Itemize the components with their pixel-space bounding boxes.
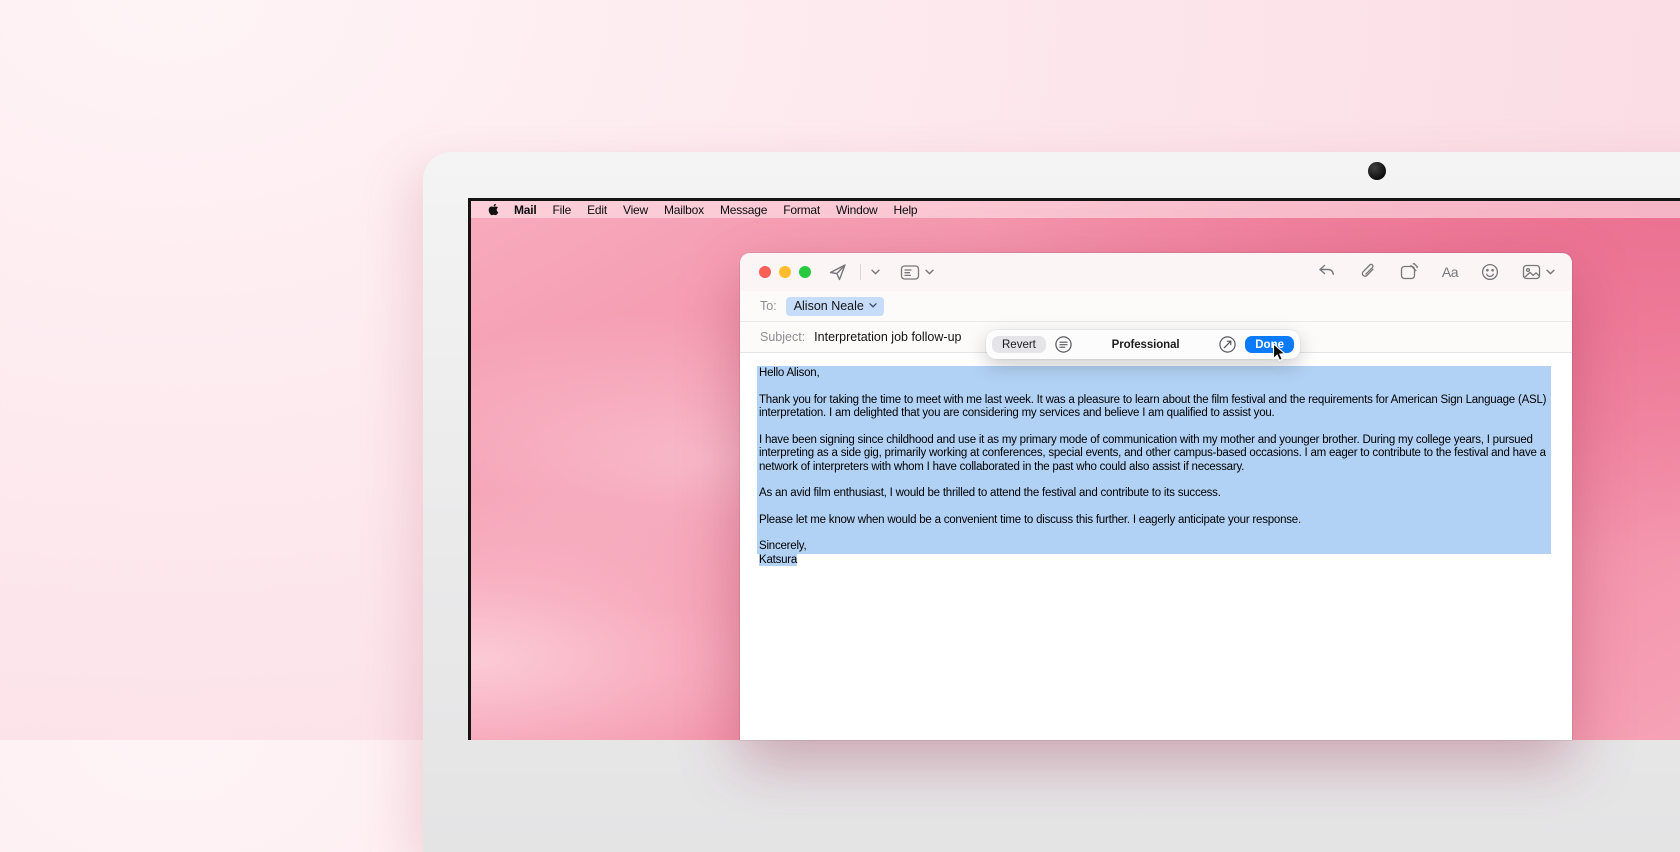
- to-row: To: Alison Neale: [740, 291, 1572, 322]
- writing-tools-summary-icon[interactable]: [1054, 335, 1073, 354]
- signature-name: Katsura: [759, 554, 797, 566]
- writing-tools-bar: Revert Professional Done: [986, 330, 1300, 359]
- message-body[interactable]: Hello Alison, Thank you for taking the t…: [740, 353, 1572, 567]
- close-button[interactable]: [759, 266, 771, 278]
- subject-value: Interpretation job follow-up: [814, 330, 961, 344]
- revert-button[interactable]: Revert: [992, 336, 1046, 353]
- menu-item-file[interactable]: File: [553, 203, 572, 217]
- menu-item-mail[interactable]: Mail: [514, 203, 537, 217]
- markup-icon[interactable]: [1400, 263, 1419, 281]
- send-icon[interactable]: [828, 262, 848, 282]
- undo-icon[interactable]: [1317, 263, 1336, 280]
- selected-text-block: Hello Alison, Thank you for taking the t…: [757, 366, 1551, 554]
- message-header-fields-icon[interactable]: [900, 264, 920, 281]
- facetime-camera: [1368, 162, 1386, 180]
- signature-line: Katsura: [757, 554, 1551, 568]
- window-titlebar: Aa: [740, 253, 1572, 291]
- menu-item-window[interactable]: Window: [836, 203, 877, 217]
- traffic-lights: [759, 266, 811, 278]
- to-label: To:: [760, 299, 777, 313]
- minimize-button[interactable]: [779, 266, 791, 278]
- recipient-chevron-icon[interactable]: [869, 303, 877, 308]
- body-paragraph: As an avid film enthusiast, I would be t…: [757, 487, 1551, 501]
- recipient-token[interactable]: Alison Neale: [786, 297, 884, 316]
- menu-item-help[interactable]: Help: [894, 203, 918, 217]
- body-paragraph: Hello Alison,: [757, 367, 1551, 381]
- header-fields-chevron-icon[interactable]: [925, 269, 934, 275]
- menu-item-format[interactable]: Format: [783, 203, 820, 217]
- body-paragraph: Thank you for taking the time to meet wi…: [757, 394, 1551, 421]
- attach-file-icon[interactable]: [1359, 262, 1377, 281]
- menu-item-message[interactable]: Message: [720, 203, 767, 217]
- regenerate-icon[interactable]: [1218, 335, 1237, 354]
- body-paragraph: I have been signing since childhood and …: [757, 434, 1551, 475]
- photo-browser-chevron-icon[interactable]: [1546, 269, 1555, 275]
- send-options-chevron-icon[interactable]: [871, 269, 880, 275]
- mouse-cursor: [1272, 343, 1288, 363]
- body-paragraph: Please let me know when would be a conve…: [757, 514, 1551, 528]
- subject-label: Subject:: [760, 330, 805, 344]
- body-paragraph: Sincerely,: [757, 540, 1551, 554]
- menu-item-view[interactable]: View: [623, 203, 648, 217]
- menu-item-edit[interactable]: Edit: [587, 203, 607, 217]
- format-text-button[interactable]: Aa: [1442, 264, 1458, 280]
- menu-item-mailbox[interactable]: Mailbox: [664, 203, 704, 217]
- recipient-name: Alison Neale: [794, 299, 864, 313]
- toolbar-divider: [860, 264, 861, 280]
- mail-compose-window: Aa To: Alison Neale Subject: Interpretat…: [740, 253, 1572, 740]
- zoom-button[interactable]: [799, 266, 811, 278]
- menu-bar: Mail File Edit View Mailbox Message Form…: [471, 201, 1680, 218]
- photo-browser-icon[interactable]: [1522, 264, 1541, 280]
- tone-label: Professional: [1081, 339, 1210, 351]
- apple-logo-icon[interactable]: [488, 203, 499, 216]
- emoji-icon[interactable]: [1481, 263, 1499, 281]
